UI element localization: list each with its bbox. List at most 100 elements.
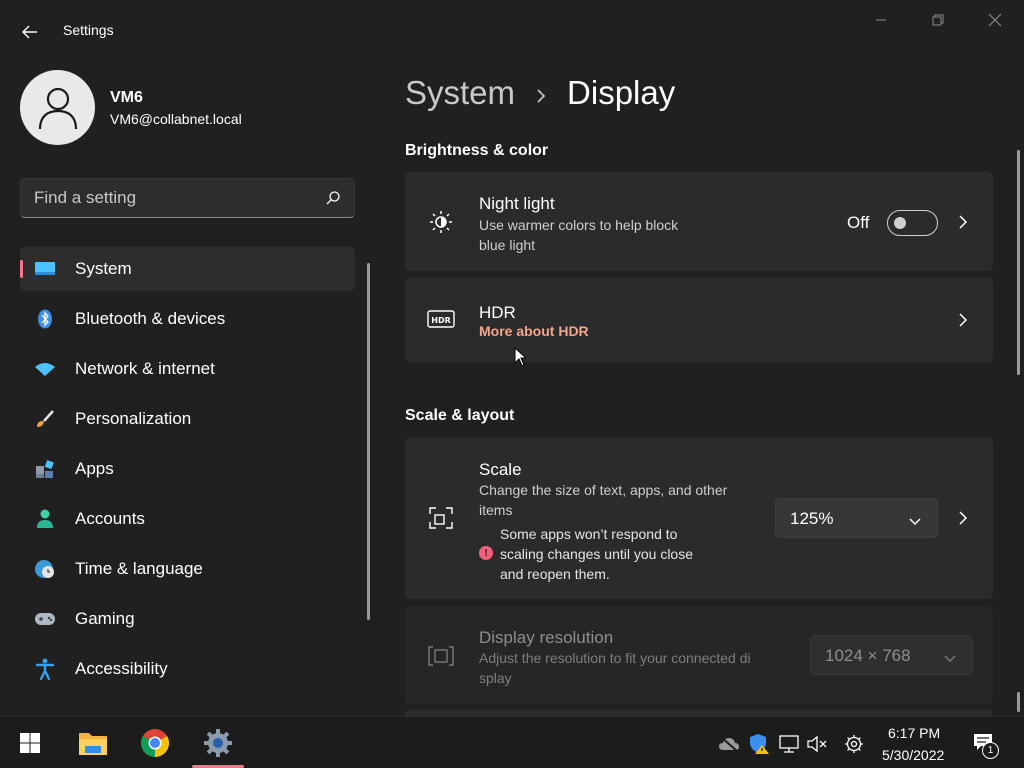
sidebar-item-label: Time & language [75,559,203,578]
scale-warning-line1: Some apps won’t respond to [500,526,678,542]
sidebar-item-network[interactable]: Network & internet [20,347,355,391]
sidebar-item-label: Personalization [75,409,192,428]
scale-warning-line2: scaling changes until you close [500,546,694,562]
page-title: Display [567,74,676,111]
volume-muted-icon[interactable] [807,733,829,755]
chrome-button[interactable] [133,723,177,763]
restore-icon [932,14,944,26]
clock-time[interactable]: 6:17 PM [888,725,940,741]
onedrive-offline-icon[interactable] [718,733,740,755]
security-warning-icon[interactable] [748,733,770,755]
brightness-icon [427,208,455,236]
chevron-right-icon[interactable] [955,312,971,328]
chevron-right-icon [535,74,547,112]
main-scrollbar-lower [1017,692,1020,712]
sidebar-item-label: Accessibility [75,659,168,678]
user-name: VM6 [110,89,143,106]
hdr-title: HDR [479,303,516,322]
chevron-down-icon [944,650,956,668]
hdr-icon: HDR [427,305,455,333]
scale-dropdown[interactable]: 125% [775,498,938,538]
selection-indicator [20,260,23,278]
settings-icon [204,729,232,757]
breadcrumb-parent[interactable]: System [405,74,515,112]
wifi-icon [34,358,56,380]
user-icon [38,87,77,129]
apps-icon [34,458,56,480]
monitor-icon [34,258,56,280]
gear-icon[interactable] [843,733,865,755]
night-light-desc-line1: Use warmer colors to help block [479,217,679,233]
accessibility-icon [34,658,56,680]
sidebar-item-system[interactable]: System [20,247,355,291]
scale-desc-line1: Change the size of text, apps, and other [479,482,728,498]
sidebar-item-label: Accounts [75,509,145,528]
scale-warning: Some apps won’t respond to scaling chang… [500,524,740,584]
sidebar-item-gaming[interactable]: Gaming [20,597,355,641]
main-scrollbar[interactable] [1017,150,1020,375]
scale-warning-line3: and reopen them. [500,566,610,582]
scale-card[interactable]: Scale Change the size of text, apps, and… [405,437,993,599]
user-email: VM6@collabnet.local [110,111,242,127]
search-input[interactable] [34,188,314,208]
file-explorer-icon [79,733,107,755]
resolution-dropdown: 1024 × 768 [810,635,973,675]
globe-clock-icon [34,558,56,580]
close-button[interactable] [978,8,1012,32]
scale-value: 125% [790,509,834,528]
sidebar-item-time-language[interactable]: Time & language [20,547,355,591]
minimize-button[interactable] [864,8,898,32]
settings-taskbar-button[interactable] [196,723,240,763]
resolution-title: Display resolution [479,628,614,647]
scale-desc-line2: items [479,502,513,518]
toggle-knob [894,217,906,229]
resolution-desc-line2: splay [479,670,512,686]
night-light-state-label: Off [847,213,870,232]
sidebar-item-apps[interactable]: Apps [20,447,355,491]
sidebar-item-label: System [75,259,132,278]
sidebar-scrollbar[interactable] [367,263,370,620]
search-box[interactable] [20,178,355,218]
avatar[interactable] [20,70,95,145]
chevron-right-icon[interactable] [955,510,971,526]
scale-title: Scale [479,460,522,479]
gamepad-icon [34,608,56,630]
sidebar-item-label: Apps [75,459,114,478]
night-light-desc-line2: blue light [479,237,536,253]
taskbar: 6:17 PM 5/30/2022 1 [0,716,1024,768]
section-heading-scale-layout: Scale & layout [405,407,515,424]
network-icon[interactable] [778,733,800,755]
resolution-icon [427,642,455,670]
night-light-card[interactable]: Night light Use warmer colors to help bl… [405,172,993,271]
hdr-more-link[interactable]: More about HDR [479,323,589,339]
resolution-value: 1024 × 768 [825,646,911,665]
warning-icon: ! [479,546,493,560]
back-arrow-icon [22,25,37,39]
resolution-desc-line1: Adjust the resolution to fit your connec… [479,650,751,666]
sidebar-item-accounts[interactable]: Accounts [20,497,355,541]
app-title: Settings [63,22,114,38]
sidebar-item-accessibility[interactable]: Accessibility [20,647,355,691]
clock-date[interactable]: 5/30/2022 [882,747,944,763]
sidebar-item-bluetooth[interactable]: Bluetooth & devices [20,297,355,341]
notification-count-badge: 1 [982,742,999,759]
file-explorer-button[interactable] [71,723,115,763]
minimize-icon [876,19,886,21]
person-icon [34,508,56,530]
chevron-down-icon [909,513,921,531]
sidebar-item-personalization[interactable]: Personalization [20,397,355,441]
maximize-button[interactable] [921,8,955,32]
night-light-toggle[interactable] [887,210,938,236]
chevron-right-icon[interactable] [955,214,971,230]
start-button[interactable] [8,723,52,763]
hdr-card[interactable]: HDR HDR More about HDR [405,277,993,362]
search-icon[interactable] [325,190,341,211]
mouse-cursor-icon [514,347,526,367]
sidebar-item-label: Bluetooth & devices [75,309,226,328]
night-light-title: Night light [479,194,555,213]
sidebar-item-label: Network & internet [75,359,215,378]
start-icon [20,733,40,753]
back-button[interactable] [14,18,46,46]
brush-icon [34,408,56,430]
sidebar-item-label: Gaming [75,609,135,628]
